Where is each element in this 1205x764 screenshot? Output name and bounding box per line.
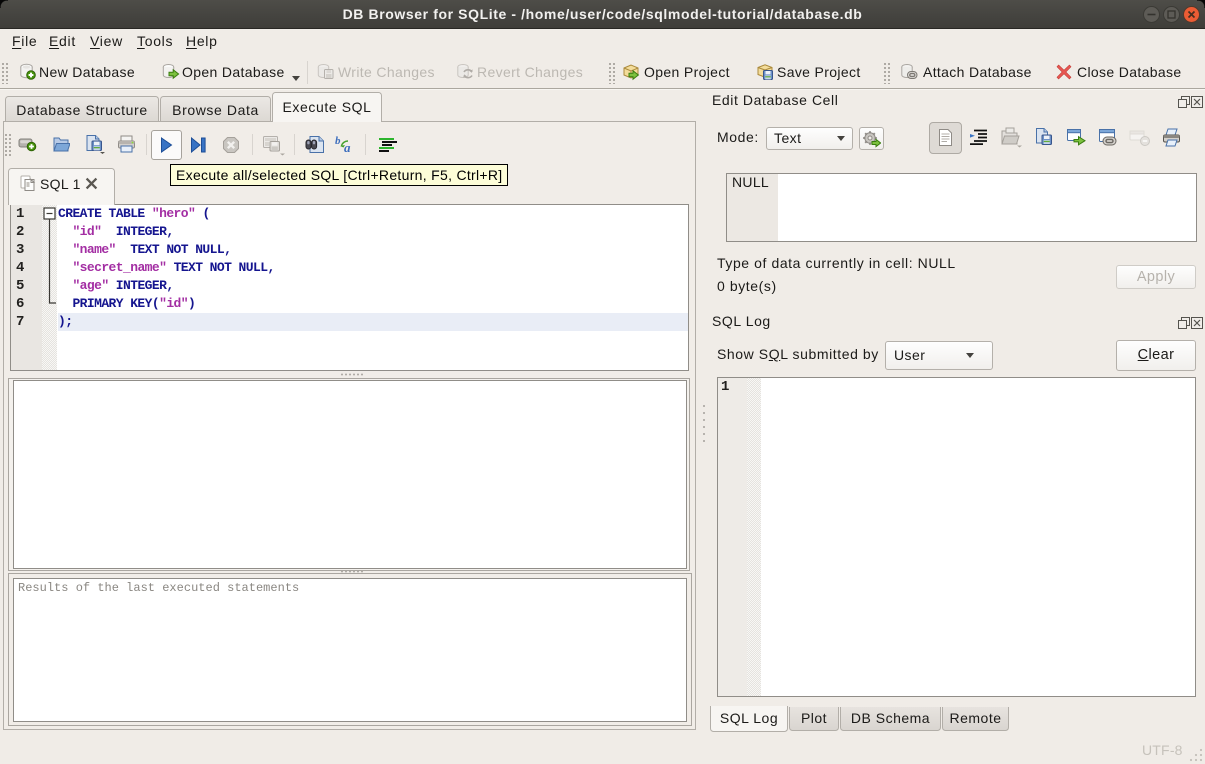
svg-text:b: b — [335, 135, 341, 147]
